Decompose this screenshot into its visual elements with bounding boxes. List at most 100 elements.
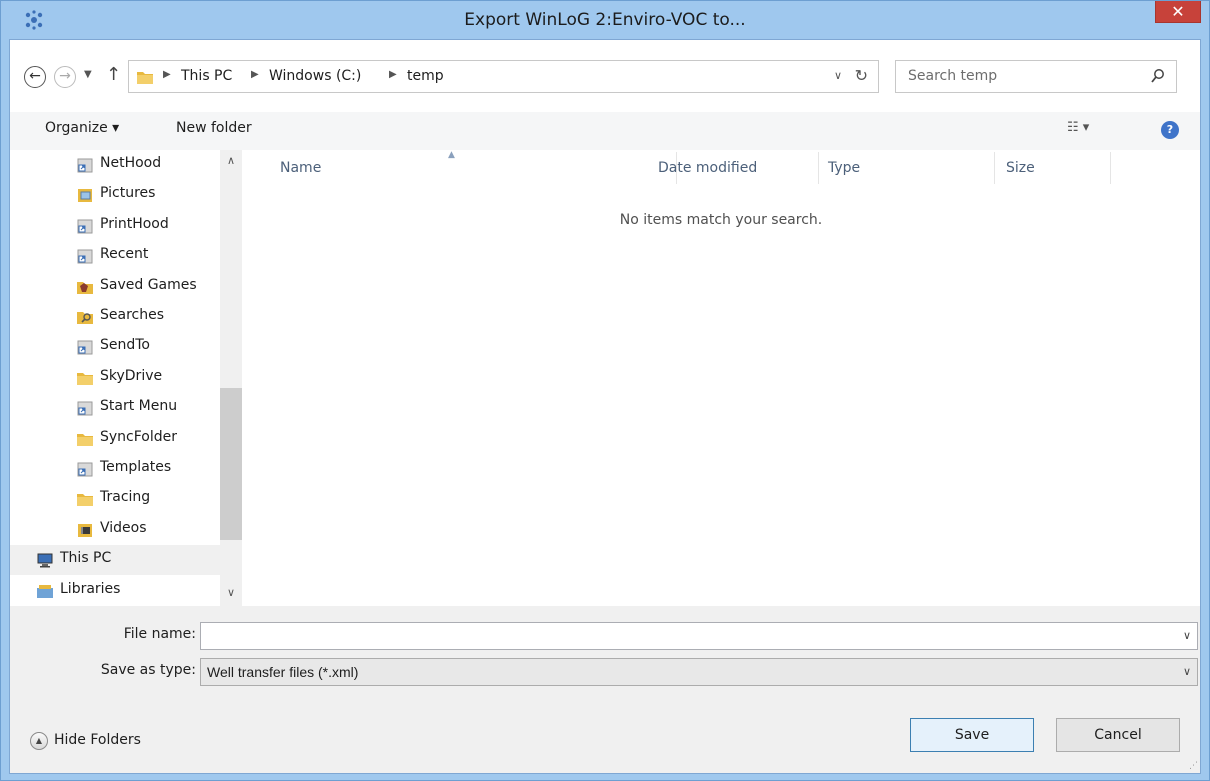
command-toolbar: Organize ▾ New folder ☷ ▾ ?: [10, 112, 1200, 150]
folder-icon: [77, 433, 93, 446]
help-icon[interactable]: ?: [1161, 121, 1179, 139]
sidebar-item-syncfolder[interactable]: SyncFolder: [10, 424, 220, 454]
cancel-button[interactable]: Cancel: [1056, 718, 1180, 752]
sidebar-item-nethood[interactable]: NetHood: [10, 150, 220, 180]
sidebar-item-tracing[interactable]: Tracing: [10, 484, 220, 514]
dialog-body: ← → ▼ ↑ ▶ This PC ▶ Windows (C:) ▶ temp …: [9, 39, 1201, 774]
collapse-up-icon: ▲: [30, 732, 48, 750]
up-arrow-icon[interactable]: ↑: [106, 64, 121, 85]
sidebar-item-label: Searches: [100, 307, 165, 323]
chevron-right-icon[interactable]: ▶: [163, 69, 171, 80]
nav-scrollbar[interactable]: ∧ ∨: [220, 150, 242, 606]
save-as-type-label: Save as type:: [100, 662, 196, 678]
column-header-date-modified[interactable]: Date modified: [658, 160, 757, 176]
column-header-type[interactable]: Type: [828, 160, 860, 176]
sort-ascending-icon: ▲: [448, 150, 455, 160]
breadcrumb-temp[interactable]: temp: [407, 68, 444, 84]
folder-icon: [137, 72, 153, 84]
window-title: Export WinLoG 2:Enviro-VOC to...: [464, 10, 746, 30]
column-header-size[interactable]: Size: [1006, 160, 1035, 176]
sidebar-item-saved-games[interactable]: Saved Games: [10, 272, 220, 302]
sidebar-item-videos[interactable]: Videos: [10, 515, 220, 545]
sidebar-item-label: Saved Games: [100, 276, 197, 293]
shortcut-folder-icon: [77, 158, 93, 173]
file-name-label: File name:: [123, 626, 196, 642]
folder-icon: [77, 372, 93, 385]
title-bar[interactable]: Export WinLoG 2:Enviro-VOC to... ✕: [1, 1, 1209, 39]
chevron-right-icon[interactable]: ▶: [389, 69, 397, 80]
file-name-field[interactable]: ∨: [200, 622, 1198, 650]
save-button[interactable]: Save: [910, 718, 1034, 752]
chevron-right-icon[interactable]: ▶: [251, 69, 259, 80]
sidebar-item-templates[interactable]: Templates: [10, 454, 220, 484]
save-options-panel: File name: ∨ Save as type: Well transfer…: [10, 606, 1200, 773]
sidebar-item-label: Recent: [100, 246, 149, 263]
saved-games-icon: [77, 281, 93, 294]
refresh-icon[interactable]: ↻: [855, 66, 868, 85]
sidebar-item-start-menu[interactable]: Start Menu: [10, 393, 220, 423]
scroll-up-icon[interactable]: ∧: [220, 154, 242, 167]
sidebar-item-label: This PC: [60, 550, 112, 567]
forward-button[interactable]: →: [54, 66, 76, 88]
sidebar-item-label: Videos: [100, 519, 147, 536]
pictures-folder-icon: [78, 189, 92, 203]
empty-message: No items match your search.: [619, 212, 823, 228]
sidebar-item-label: SendTo: [100, 337, 150, 354]
libraries-icon: [37, 584, 53, 598]
shortcut-folder-icon: [77, 219, 93, 234]
hide-folders-label: Hide Folders: [54, 732, 141, 748]
computer-icon: [37, 553, 53, 568]
sidebar-item-label: Tracing: [100, 489, 151, 506]
sidebar-item-label: Start Menu: [100, 398, 178, 415]
dialog-window: Export WinLoG 2:Enviro-VOC to... ✕ ← → ▼…: [0, 0, 1210, 781]
address-row: ← → ▼ ↑ ▶ This PC ▶ Windows (C:) ▶ temp …: [10, 40, 1200, 112]
back-button[interactable]: ←: [24, 66, 46, 88]
save-as-type-value: Well transfer files (*.xml): [207, 664, 359, 680]
sidebar-item-skydrive[interactable]: SkyDrive: [10, 363, 220, 393]
close-button[interactable]: ✕: [1155, 1, 1201, 23]
resize-grip-icon[interactable]: ⋰: [1189, 761, 1198, 771]
scroll-thumb[interactable]: [220, 388, 242, 540]
column-divider[interactable]: [818, 152, 819, 184]
sidebar-item-label: SyncFolder: [100, 428, 178, 445]
search-icon[interactable]: [1150, 68, 1166, 84]
recent-locations-dropdown-icon[interactable]: ▼: [84, 69, 92, 80]
new-folder-button[interactable]: New folder: [176, 120, 252, 136]
sidebar-item-label: Libraries: [60, 580, 121, 597]
column-header-name[interactable]: Name: [280, 160, 321, 176]
sidebar-item-label: NetHood: [100, 155, 162, 171]
sidebar-item-pictures[interactable]: Pictures: [10, 180, 220, 210]
column-divider[interactable]: [1110, 152, 1111, 184]
sidebar-item-libraries[interactable]: Libraries: [10, 576, 220, 606]
organize-menu[interactable]: Organize ▾: [45, 120, 119, 136]
shortcut-folder-icon: [77, 249, 93, 264]
sidebar-item-label: Pictures: [100, 185, 156, 202]
search-box[interactable]: Search temp: [895, 60, 1177, 93]
sidebar-item-this-pc[interactable]: This PC: [10, 545, 220, 576]
shortcut-folder-icon: [77, 462, 93, 477]
folder-icon: [77, 494, 93, 507]
chevron-down-icon[interactable]: ∨: [1183, 665, 1191, 678]
sidebar-item-label: SkyDrive: [100, 367, 163, 384]
sidebar-item-label: PrintHood: [100, 215, 169, 232]
chevron-down-icon[interactable]: ∨: [1183, 629, 1191, 642]
sidebar-item-label: Templates: [100, 459, 172, 475]
sidebar-item-printhood[interactable]: PrintHood: [10, 211, 220, 241]
navigation-pane: Libraries This PC Videos Tracing Templates Sy…: [10, 150, 242, 606]
sidebar-item-recent[interactable]: Recent: [10, 241, 220, 271]
shortcut-folder-icon: [77, 401, 93, 416]
breadcrumb-windows-c[interactable]: Windows (C:): [269, 68, 361, 84]
searches-folder-icon: [77, 312, 93, 324]
chevron-down-icon[interactable]: ∨: [834, 69, 842, 82]
search-input[interactable]: Search temp: [908, 68, 997, 84]
breadcrumb-this-pc[interactable]: This PC: [181, 68, 232, 84]
videos-folder-icon: [78, 523, 92, 537]
address-bar[interactable]: ▶ This PC ▶ Windows (C:) ▶ temp ∨ ↻: [128, 60, 879, 93]
sidebar-item-sendto[interactable]: SendTo: [10, 332, 220, 362]
save-as-type-select[interactable]: Well transfer files (*.xml) ∨: [200, 658, 1198, 686]
column-divider[interactable]: [994, 152, 995, 184]
sidebar-item-searches[interactable]: Searches: [10, 302, 220, 332]
file-list: ▲ Name Date modified Type Size No items …: [242, 150, 1200, 606]
view-options-icon[interactable]: ☷ ▾: [1067, 120, 1089, 135]
scroll-down-icon[interactable]: ∨: [220, 586, 242, 599]
